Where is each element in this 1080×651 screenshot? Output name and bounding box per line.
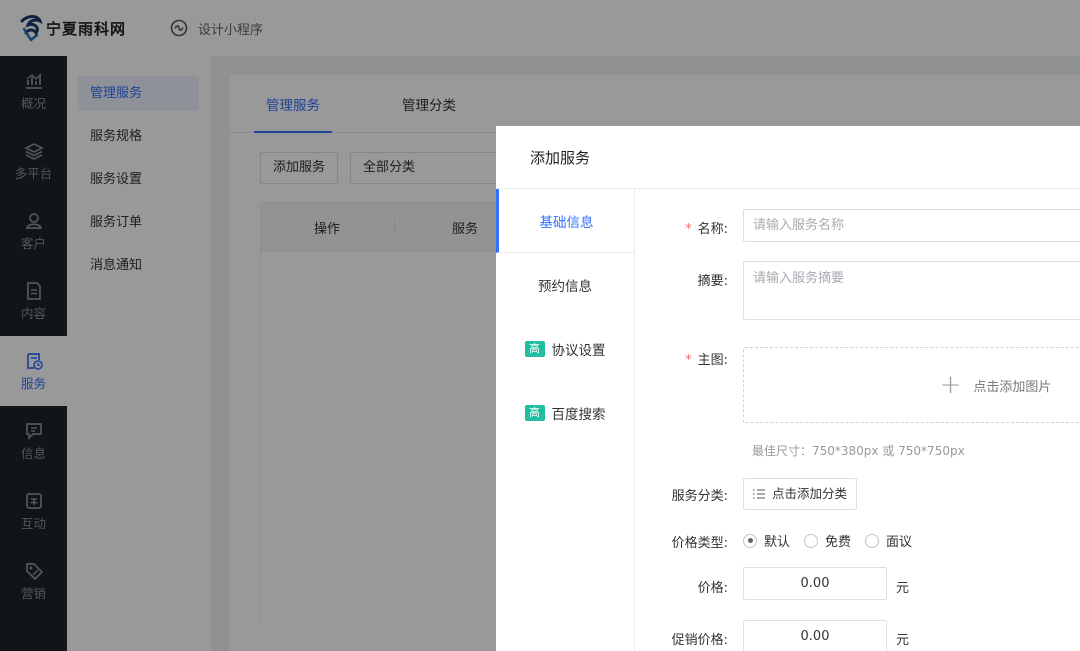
- section-label: 百度搜索: [551, 407, 606, 423]
- price-type-free[interactable]: 免费: [804, 531, 851, 550]
- price-type-negotiable[interactable]: 面议: [865, 531, 912, 550]
- required-mark: *: [685, 222, 692, 237]
- section-label: 预约信息: [538, 279, 592, 295]
- section-booking-info[interactable]: 预约信息: [496, 253, 634, 317]
- service-summary-textarea[interactable]: 请输入服务摘要: [743, 261, 1080, 320]
- price-label: 价格:: [697, 581, 728, 596]
- add-category-button[interactable]: 点击添加分类: [743, 478, 858, 510]
- service-name-input[interactable]: 请输入服务名称: [743, 209, 1080, 242]
- image-upload-area[interactable]: + 点击添加图片: [743, 347, 1080, 423]
- summary-label: 摘要:: [697, 274, 728, 289]
- promo-price-unit: 元: [896, 633, 910, 648]
- section-label: 基础信息: [539, 214, 594, 231]
- promo-price-input[interactable]: 0.00: [743, 620, 887, 651]
- price-unit: 元: [896, 581, 910, 596]
- section-label: 协议设置: [551, 343, 606, 359]
- price-type-label: 价格类型:: [671, 536, 728, 551]
- add-category-label: 点击添加分类: [772, 486, 848, 501]
- price-type-default[interactable]: 默认: [743, 531, 790, 550]
- main-image-label: * 主图:: [685, 353, 728, 368]
- upload-label: 点击添加图片: [973, 379, 1052, 395]
- premium-badge: 高: [524, 405, 545, 421]
- premium-badge: 高: [524, 341, 545, 357]
- price-type-radio-group: 默认 免费 面议: [743, 531, 926, 550]
- name-label: * 名称:: [685, 222, 728, 237]
- price-input[interactable]: 0.00: [743, 567, 887, 600]
- image-size-hint: 最佳尺寸：750*380px 或 750*750px: [752, 444, 965, 458]
- radio-unchecked[interactable]: [804, 533, 819, 548]
- promo-price-label: 促销价格:: [671, 633, 728, 648]
- section-agreement-settings[interactable]: 高 协议设置: [496, 317, 634, 381]
- required-mark: *: [685, 353, 692, 368]
- section-basic-info[interactable]: 基础信息: [496, 189, 634, 253]
- drawer-title: 添加服务: [496, 126, 1080, 189]
- basic-info-form: * 名称: 请输入服务名称 摘要: 请输入服务摘要 * 主图: + 点击添加图片 最…: [635, 189, 1080, 651]
- list-icon: [753, 489, 765, 499]
- radio-unchecked[interactable]: [865, 533, 880, 548]
- add-service-drawer: 添加服务 基础信息 预约信息 高 协议设置 高 百度搜索 * 名称: 请输入服务名…: [496, 126, 1080, 651]
- category-label: 服务分类:: [671, 489, 728, 504]
- drawer-section-nav: 基础信息 预约信息 高 协议设置 高 百度搜索: [496, 189, 635, 651]
- section-baidu-search[interactable]: 高 百度搜索: [496, 381, 634, 445]
- plus-icon: +: [939, 370, 962, 400]
- radio-checked[interactable]: [743, 533, 757, 548]
